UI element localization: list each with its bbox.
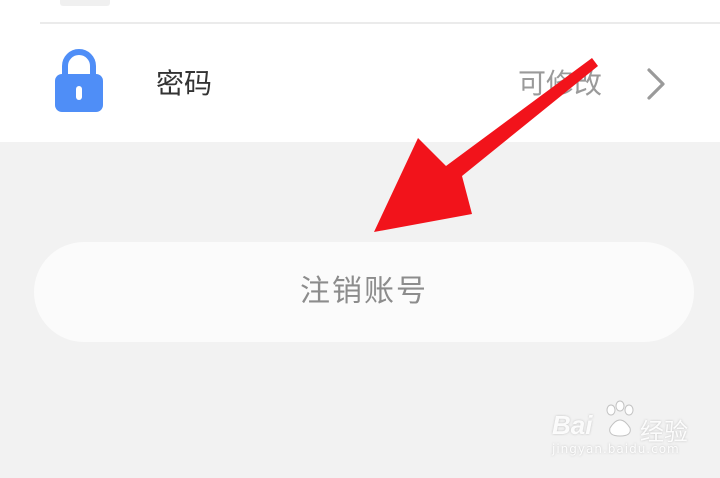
previous-row-remnant (60, 0, 110, 6)
password-label: 密码 (156, 67, 213, 100)
baidu-jingyan-watermark: Bai 经验 jingyan.baidu.com (552, 398, 702, 464)
paw-icon (606, 400, 634, 437)
lock-icon (55, 49, 103, 112)
settings-card: 密码 可修改 (0, 0, 720, 142)
settings-row-password[interactable]: 密码 可修改 (0, 24, 720, 142)
chevron-right-icon (647, 68, 665, 100)
watermark-brand-text: Bai (552, 410, 593, 440)
password-status-text: 可修改 (517, 67, 602, 100)
watermark-url: jingyan.baidu.com (552, 442, 680, 456)
deactivate-account-button[interactable]: 注销账号 (34, 242, 694, 342)
deactivate-account-label: 注销账号 (300, 274, 428, 309)
